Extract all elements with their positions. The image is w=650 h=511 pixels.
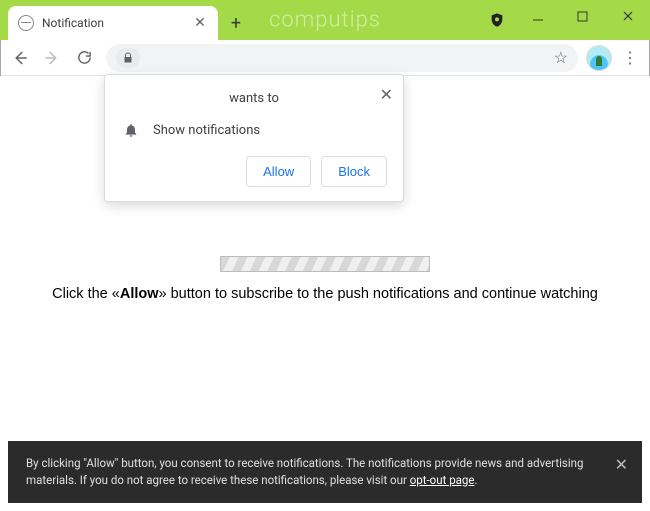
bookmark-star-icon[interactable]: ☆	[554, 48, 568, 67]
window-controls	[515, 0, 650, 32]
consent-footer: ✕ By clicking "Allow" button, you consen…	[8, 441, 642, 504]
block-button[interactable]: Block	[321, 156, 387, 187]
close-icon[interactable]: ✕	[380, 85, 393, 104]
permission-title: wants to	[121, 91, 387, 120]
back-button[interactable]	[6, 44, 34, 72]
shield-icon[interactable]	[489, 12, 505, 28]
footer-text: By clicking "Allow" button, you consent …	[26, 456, 583, 487]
forward-button	[38, 44, 66, 72]
page-message: Click the «Allow» button to subscribe to…	[36, 286, 614, 302]
menu-button[interactable]: ⋮	[616, 48, 644, 67]
titlebar: computips Notification ✕ +	[0, 0, 650, 40]
permission-label: Show notifications	[153, 123, 260, 138]
page-content: ✕ wants to Show notifications Allow Bloc…	[0, 76, 650, 511]
footer-text-end: .	[474, 473, 477, 487]
close-icon[interactable]: ✕	[615, 453, 628, 477]
close-tab-icon[interactable]: ✕	[192, 15, 208, 31]
lock-icon[interactable]	[116, 48, 140, 68]
bell-icon	[123, 122, 139, 138]
maximize-button[interactable]	[560, 0, 605, 32]
close-window-button[interactable]	[605, 0, 650, 32]
minimize-button[interactable]	[515, 0, 560, 32]
profile-avatar[interactable]	[586, 45, 612, 71]
permission-popup: ✕ wants to Show notifications Allow Bloc…	[104, 74, 404, 202]
browser-tab[interactable]: Notification ✕	[8, 6, 218, 40]
reload-button[interactable]	[70, 44, 98, 72]
address-bar[interactable]: ☆	[106, 44, 578, 72]
opt-out-link[interactable]: opt-out page	[410, 473, 475, 487]
new-tab-button[interactable]: +	[222, 9, 250, 37]
allow-button[interactable]: Allow	[246, 156, 311, 187]
progress-bar	[220, 256, 430, 272]
toolbar: ☆ ⋮	[0, 40, 650, 76]
tab-title: Notification	[42, 16, 192, 30]
globe-icon	[18, 15, 34, 31]
watermark: computips	[269, 8, 381, 33]
